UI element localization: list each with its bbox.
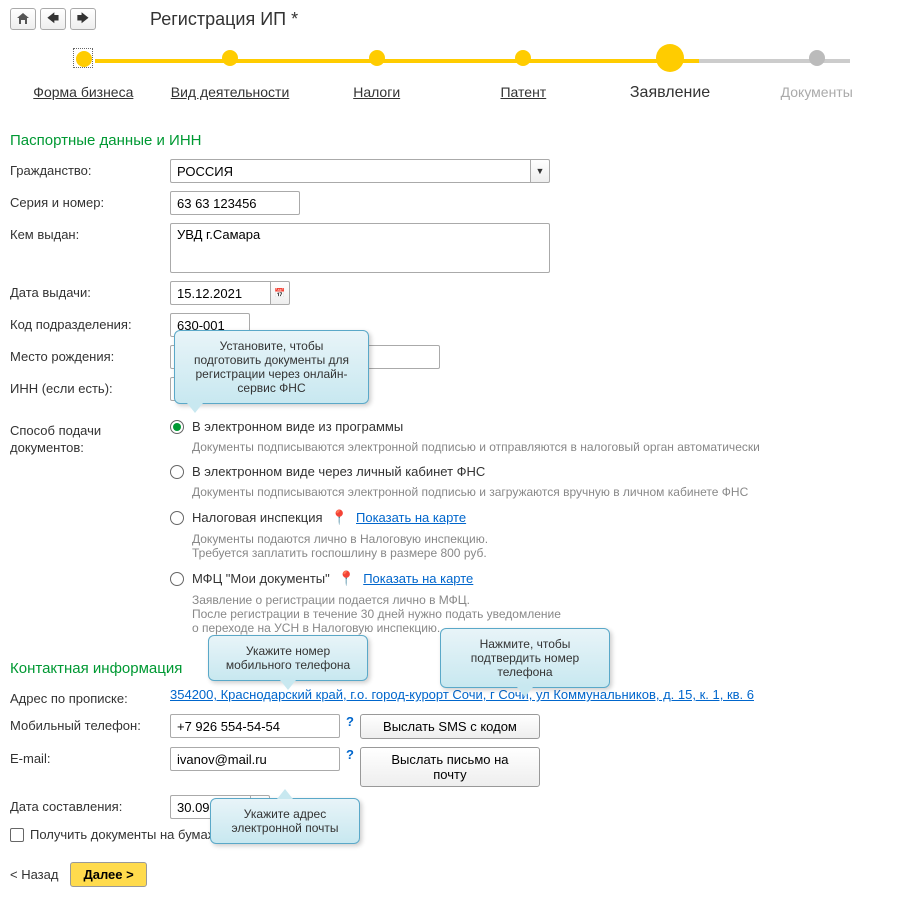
wizard-step-application[interactable]: Заявление: [630, 84, 710, 101]
home-icon: [16, 12, 30, 26]
page-title: Регистрация ИП *: [150, 9, 298, 30]
hint-electronic-program: Документы подписываются электронной подп…: [192, 440, 890, 454]
arrow-right-icon: 🡆: [77, 9, 89, 30]
wizard-step-activity-type[interactable]: Вид деятельности: [171, 84, 290, 100]
email-help[interactable]: ?: [346, 747, 354, 762]
calendar-icon: 📅: [274, 288, 285, 299]
wizard-step-taxes[interactable]: Налоги: [353, 84, 400, 100]
compose-date-label: Дата составления:: [10, 795, 170, 814]
radio-electronic-cabinet-label: В электронном виде через личный кабинет …: [192, 464, 485, 479]
next-button[interactable]: Далее >: [70, 862, 146, 887]
radio-mfc[interactable]: [170, 572, 184, 586]
email-label: E-mail:: [10, 747, 170, 766]
phone-input[interactable]: [170, 714, 340, 738]
radio-electronic-program[interactable]: [170, 420, 184, 434]
radio-tax-office-label: Налоговая инспекция: [192, 510, 323, 525]
show-on-map-link-1[interactable]: Показать на карте: [356, 510, 466, 525]
issued-by-label: Кем выдан:: [10, 223, 170, 242]
wizard-step-patent[interactable]: Патент: [500, 84, 546, 100]
chevron-down-icon: ▼: [536, 166, 545, 176]
send-sms-button[interactable]: Выслать SMS с кодом: [360, 714, 540, 739]
location-icon: 📍: [338, 570, 355, 587]
home-button[interactable]: [10, 8, 36, 30]
back-button-footer[interactable]: < Назад: [10, 867, 58, 882]
citizenship-dropdown-button[interactable]: ▼: [530, 159, 550, 183]
wizard-nav: Форма бизнеса Вид деятельности Налоги Па…: [10, 50, 890, 102]
send-email-button[interactable]: Выслать письмо на почту: [360, 747, 540, 787]
issue-date-input[interactable]: [170, 281, 270, 305]
hint-electronic-cabinet: Документы подписываются электронной подп…: [192, 485, 890, 499]
wizard-step-business-form[interactable]: Форма бизнеса: [33, 84, 133, 100]
tooltip-fns: Установите, чтобы подготовить документы …: [174, 330, 369, 404]
radio-mfc-label: МФЦ "Мои документы": [192, 571, 330, 586]
show-on-map-link-2[interactable]: Показать на карте: [363, 571, 473, 586]
citizenship-input[interactable]: [170, 159, 530, 183]
address-label: Адрес по прописке:: [10, 687, 170, 706]
phone-help[interactable]: ?: [346, 714, 354, 729]
tooltip-email: Укажите адрес электронной почты: [210, 798, 360, 844]
birthplace-label: Место рождения:: [10, 345, 170, 364]
email-input[interactable]: [170, 747, 340, 771]
series-input[interactable]: [170, 191, 300, 215]
arrow-left-icon: 🡄: [47, 9, 59, 30]
wizard-step-documents: Документы: [781, 84, 853, 100]
radio-tax-office[interactable]: [170, 511, 184, 525]
radio-electronic-cabinet[interactable]: [170, 465, 184, 479]
issue-date-picker-button[interactable]: 📅: [270, 281, 290, 305]
issue-date-label: Дата выдачи:: [10, 281, 170, 300]
paper-docs-checkbox[interactable]: [10, 828, 24, 842]
radio-electronic-program-label: В электронном виде из программы: [192, 419, 403, 434]
inn-label: ИНН (если есть):: [10, 377, 170, 396]
series-label: Серия и номер:: [10, 191, 170, 210]
phone-label: Мобильный телефон:: [10, 714, 170, 735]
tooltip-confirm-phone: Нажмите, чтобы подтвердить номер телефон…: [440, 628, 610, 688]
section-passport-title: Паспортные данные и ИНН: [10, 132, 890, 149]
location-icon: 📍: [331, 509, 348, 526]
forward-button[interactable]: 🡆: [70, 8, 96, 30]
back-button[interactable]: 🡄: [40, 8, 66, 30]
submission-label: Способ подачи документов:: [10, 419, 170, 457]
issue-code-label: Код подразделения:: [10, 313, 170, 332]
issued-by-input[interactable]: УВД г.Самара: [170, 223, 550, 273]
tooltip-phone-number: Укажите номер мобильного телефона: [208, 635, 368, 681]
citizenship-label: Гражданство:: [10, 159, 170, 178]
hint-tax-office: Документы подаются лично в Налоговую инс…: [192, 532, 890, 560]
